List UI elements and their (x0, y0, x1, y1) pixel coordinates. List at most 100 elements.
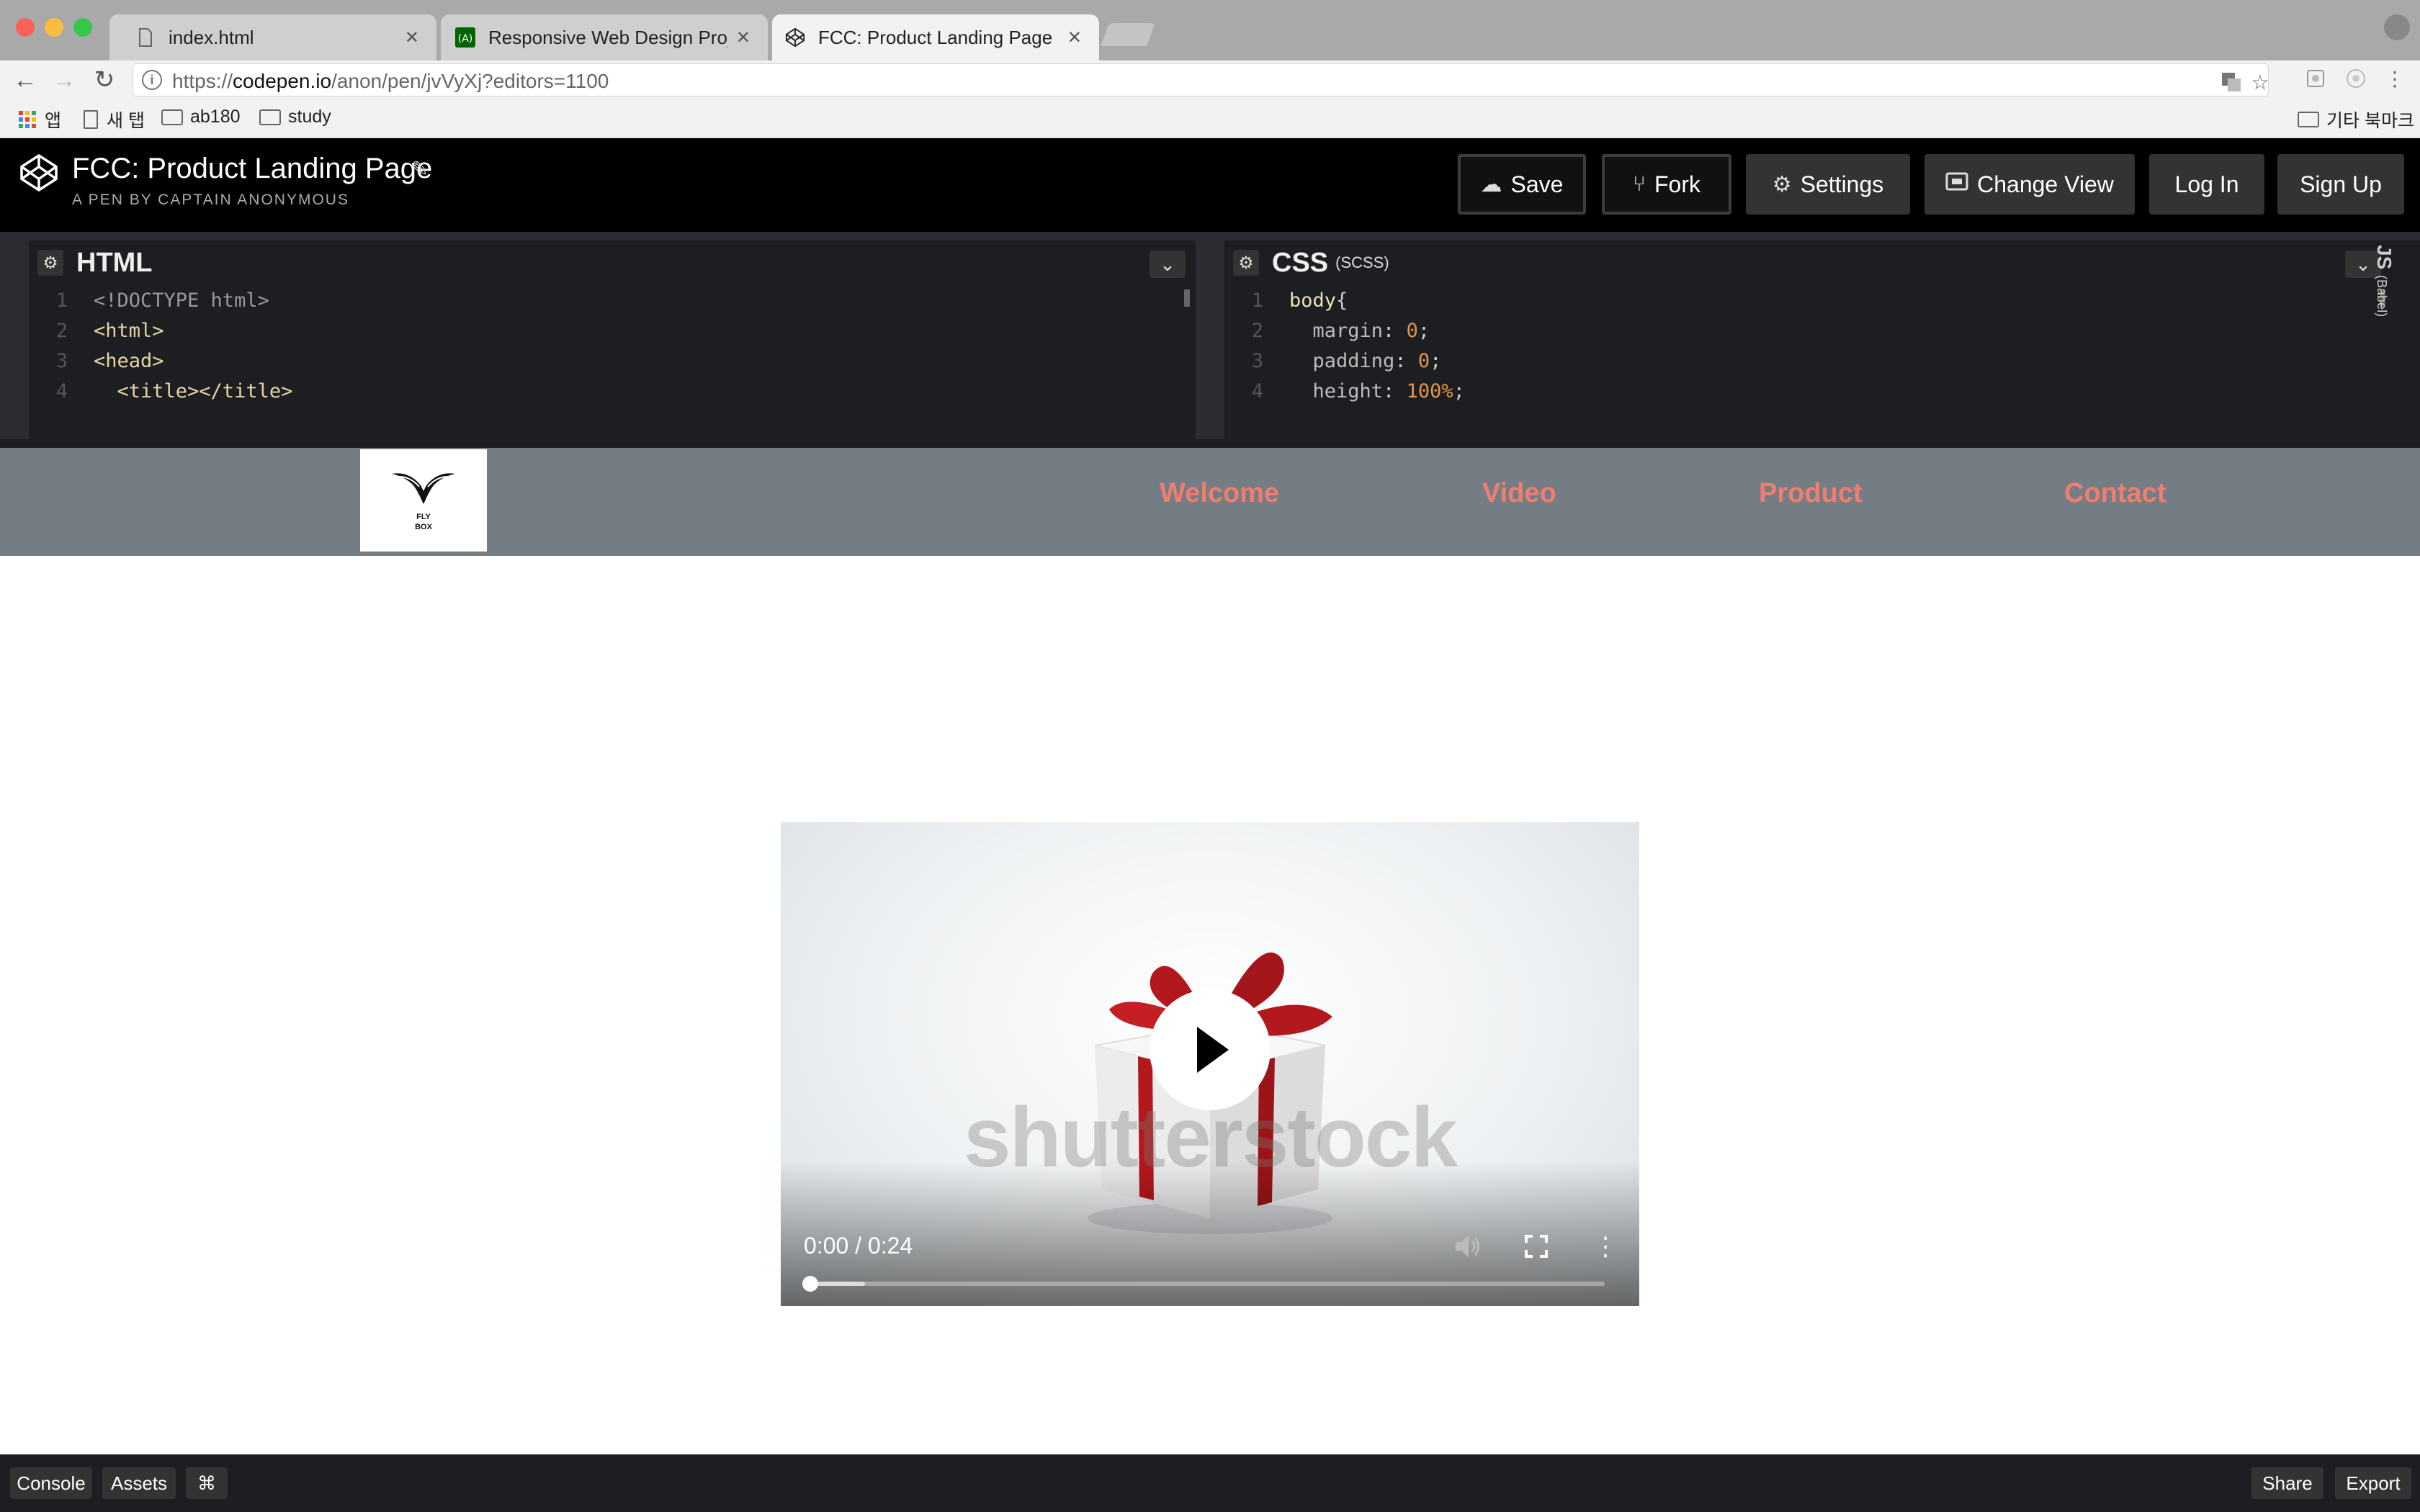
folder-icon (161, 109, 183, 125)
close-window-button[interactable] (16, 18, 35, 37)
nav-link-video[interactable]: Video (1482, 478, 1556, 509)
preview-frame: FLY BOX Welcome Video Product Contact sh… (0, 448, 2420, 1454)
codepen-logo-icon[interactable] (19, 153, 59, 193)
code-line: 1 body{ (1251, 289, 1348, 312)
video-seek-handle[interactable] (802, 1276, 818, 1292)
info-icon[interactable]: i (142, 70, 162, 90)
login-button[interactable]: Log In (2149, 154, 2264, 215)
html-settings-icon[interactable]: ⚙ (37, 250, 63, 276)
command-key-icon: ⌘ (197, 1472, 216, 1494)
nav-link-product[interactable]: Product (1759, 478, 1863, 509)
pen-byline: A PEN BY CAPTAIN ANONYMOUS (72, 192, 349, 208)
url-text: https://codepen.io/anon/pen/jvVyXj?edito… (172, 70, 609, 92)
site-logo[interactable]: FLY BOX (360, 449, 487, 552)
change-view-button[interactable]: Change View (1924, 154, 2135, 215)
video-player[interactable]: shutterstock 0:00 / 0:24 ⋮ (781, 822, 1639, 1306)
bookmark-folder-study[interactable]: study (259, 107, 331, 127)
close-tab-icon[interactable]: ✕ (405, 27, 419, 48)
change-view-label: Change View (1977, 171, 2114, 197)
signup-label: Sign Up (2300, 171, 2382, 197)
bookmark-label: 기타 북마크 (2326, 111, 2414, 131)
html-scrollbar[interactable] (1184, 289, 1190, 307)
js-editor-label[interactable]: JS (Babel) (2372, 245, 2396, 317)
menu-kebab-icon[interactable]: ⋮ (2383, 66, 2407, 91)
login-label: Log In (2174, 171, 2239, 197)
css-editor[interactable]: ⚙ CSS (SCSS) ⌄ 1 body{ 2 margin: 0; 3 pad… (1224, 240, 2391, 439)
save-button[interactable]: ☁ Save (1458, 154, 1586, 215)
nav-link-welcome[interactable]: Welcome (1160, 478, 1279, 509)
share-button[interactable]: Share (2251, 1467, 2323, 1499)
bookmark-label: study (288, 107, 331, 127)
video-menu-icon[interactable]: ⋮ (1589, 1230, 1622, 1263)
bookmark-label: 앱 (45, 111, 62, 131)
assets-label: Assets (110, 1472, 168, 1494)
address-bar[interactable]: i https://codepen.io/anon/pen/jvVyXj?edi… (133, 63, 2269, 96)
back-icon[interactable]: ← (9, 63, 42, 96)
svg-text:(A): (A) (458, 33, 473, 45)
export-label: Export (2346, 1472, 2401, 1494)
extension-2-icon[interactable] (2344, 66, 2368, 91)
maximize-window-button[interactable] (73, 18, 92, 37)
bookmark-new-tab[interactable]: 새 탭 (84, 107, 145, 132)
editors-resize-bar[interactable] (0, 232, 2420, 240)
close-tab-icon[interactable]: ✕ (1067, 27, 1082, 48)
video-seek-bar[interactable] (802, 1276, 1605, 1292)
nav-link-contact[interactable]: Contact (2064, 478, 2166, 509)
gear-icon: ⚙ (1772, 172, 1792, 197)
play-button[interactable] (1150, 989, 1270, 1110)
save-label: Save (1510, 171, 1564, 197)
bookmark-apps[interactable]: 앱 (19, 107, 61, 132)
profile-icon[interactable] (2384, 14, 2410, 40)
css-editor-header: ⚙ CSS (SCSS) ⌄ (1224, 240, 2391, 285)
page-icon (84, 110, 98, 129)
html-collapse-icon[interactable]: ⌄ (1150, 251, 1186, 278)
bookmark-star-icon[interactable]: ☆ (2248, 70, 2272, 94)
forward-icon[interactable]: → (48, 63, 81, 96)
translate-icon[interactable] (2219, 70, 2244, 94)
editor-divider[interactable] (1196, 240, 1224, 439)
html-editor[interactable]: ⚙ HTML ⌄ 1 <!DOCTYPE html> 2 <html> 3 <head… (29, 240, 1196, 439)
shortcuts-button[interactable]: ⌘ (186, 1467, 228, 1499)
logo-text-box: BOX (415, 523, 432, 531)
browser-toolbar: ← → ↻ i https://codepen.io/anon/pen/jvVy… (0, 60, 2420, 99)
bookmark-folder-ab180[interactable]: ab180 (161, 107, 241, 127)
close-tab-icon[interactable]: ✕ (736, 27, 750, 48)
minimize-window-button[interactable] (45, 18, 63, 37)
edit-pencil-icon[interactable]: ✎ (411, 157, 429, 182)
code-line: 4 height: 100%; (1251, 380, 1465, 402)
css-settings-icon[interactable]: ⚙ (1233, 250, 1259, 276)
bookmarks-bar: 앱 새 탭 ab180 study 기타 북마크 (0, 99, 2420, 138)
site-navbar: FLY BOX Welcome Video Product Contact (0, 448, 2420, 556)
apps-grid-icon (19, 111, 36, 128)
volume-icon[interactable] (1451, 1230, 1484, 1263)
css-editor-subtitle: (SCSS) (1335, 253, 1389, 271)
tab-label: Responsive Web Design Projec (488, 26, 727, 48)
signup-button[interactable]: Sign Up (2277, 154, 2404, 215)
share-label: Share (2262, 1472, 2313, 1494)
bookmark-other[interactable]: 기타 북마크 (2298, 107, 2414, 132)
reload-icon[interactable]: ↻ (88, 63, 121, 96)
code-line: 1 <!DOCTYPE html> (55, 289, 269, 312)
browser-tab-product-landing[interactable]: FCC: Product Landing Page ✕ (772, 14, 1099, 60)
pen-title[interactable]: FCC: Product Landing Page (72, 153, 432, 185)
new-tab-button[interactable] (1101, 23, 1155, 46)
export-button[interactable]: Export (2335, 1467, 2411, 1499)
video-time: 0:00 / 0:24 (804, 1233, 913, 1259)
editor-left-gutter (0, 240, 29, 439)
extension-icon[interactable] (2303, 66, 2328, 91)
console-label: Console (17, 1472, 86, 1494)
html-editor-title: HTML (76, 247, 153, 278)
browser-tab-responsive[interactable]: (A) Responsive Web Design Projec ✕ (441, 14, 768, 60)
console-button[interactable]: Console (10, 1467, 92, 1499)
css-editor-title: CSS (1272, 247, 1329, 278)
browser-tab-index[interactable]: index.html ✕ (109, 14, 436, 60)
codepen-icon (785, 27, 805, 48)
settings-button[interactable]: ⚙ Settings (1746, 154, 1910, 215)
fullscreen-icon[interactable] (1520, 1230, 1553, 1263)
fork-label: Fork (1654, 171, 1700, 197)
folder-icon (2298, 112, 2319, 127)
code-line: 2 <html> (55, 320, 164, 342)
js-editor-collapsed[interactable] (2391, 240, 2420, 439)
fork-button[interactable]: ⑂ Fork (1602, 154, 1731, 215)
assets-button[interactable]: Assets (102, 1467, 176, 1499)
